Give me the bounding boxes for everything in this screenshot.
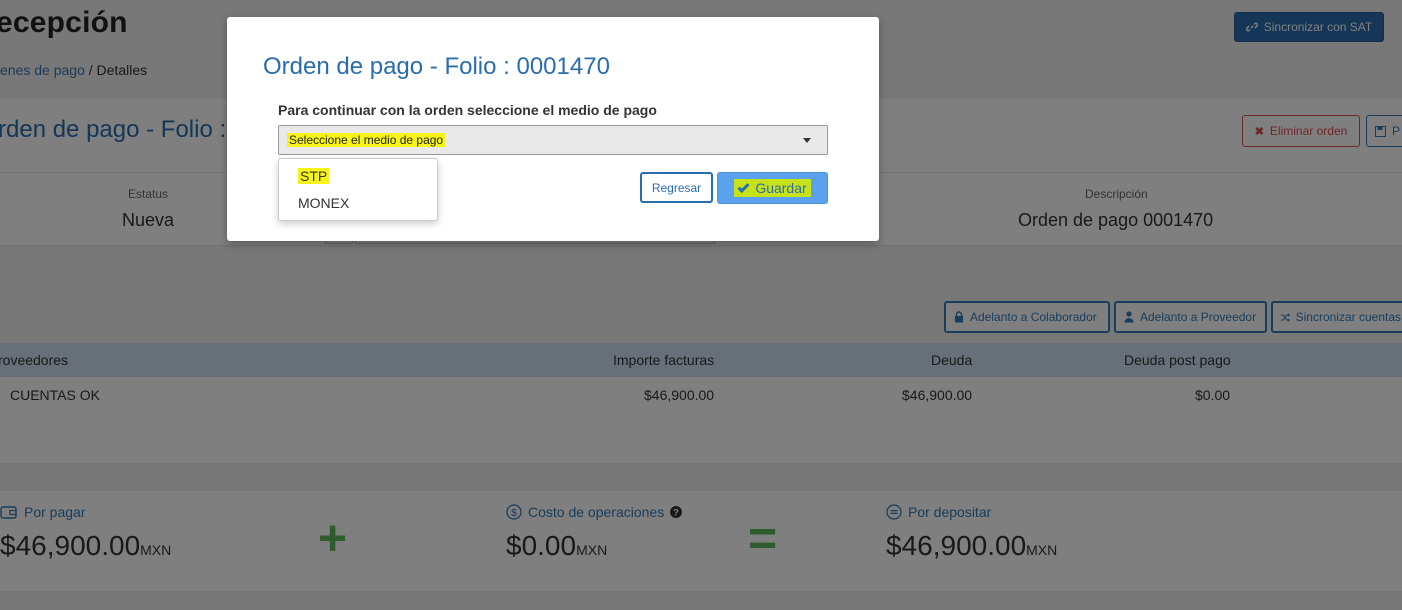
select-placeholder: Seleccione el medio de pago bbox=[287, 133, 446, 147]
check-icon bbox=[737, 180, 750, 193]
payment-method-prompt: Para continuar con la orden seleccione e… bbox=[278, 102, 657, 118]
option-stp[interactable]: STP bbox=[298, 168, 330, 184]
save-button[interactable]: Guardar bbox=[717, 172, 828, 204]
payment-method-dropdown: STP MONEX bbox=[278, 158, 438, 221]
save-button-highlight: Guardar bbox=[734, 179, 811, 197]
option-stp-label: STP bbox=[298, 168, 330, 184]
back-button[interactable]: Regresar bbox=[640, 172, 713, 203]
option-monex[interactable]: MONEX bbox=[298, 195, 349, 211]
modal-title: Orden de pago - Folio : 0001470 bbox=[263, 53, 610, 80]
caret-down-icon bbox=[803, 138, 811, 143]
payment-method-select[interactable]: Seleccione el medio de pago bbox=[278, 125, 828, 155]
save-label: Guardar bbox=[755, 180, 807, 196]
payment-method-modal: Orden de pago - Folio : 0001470 Para con… bbox=[227, 17, 879, 241]
